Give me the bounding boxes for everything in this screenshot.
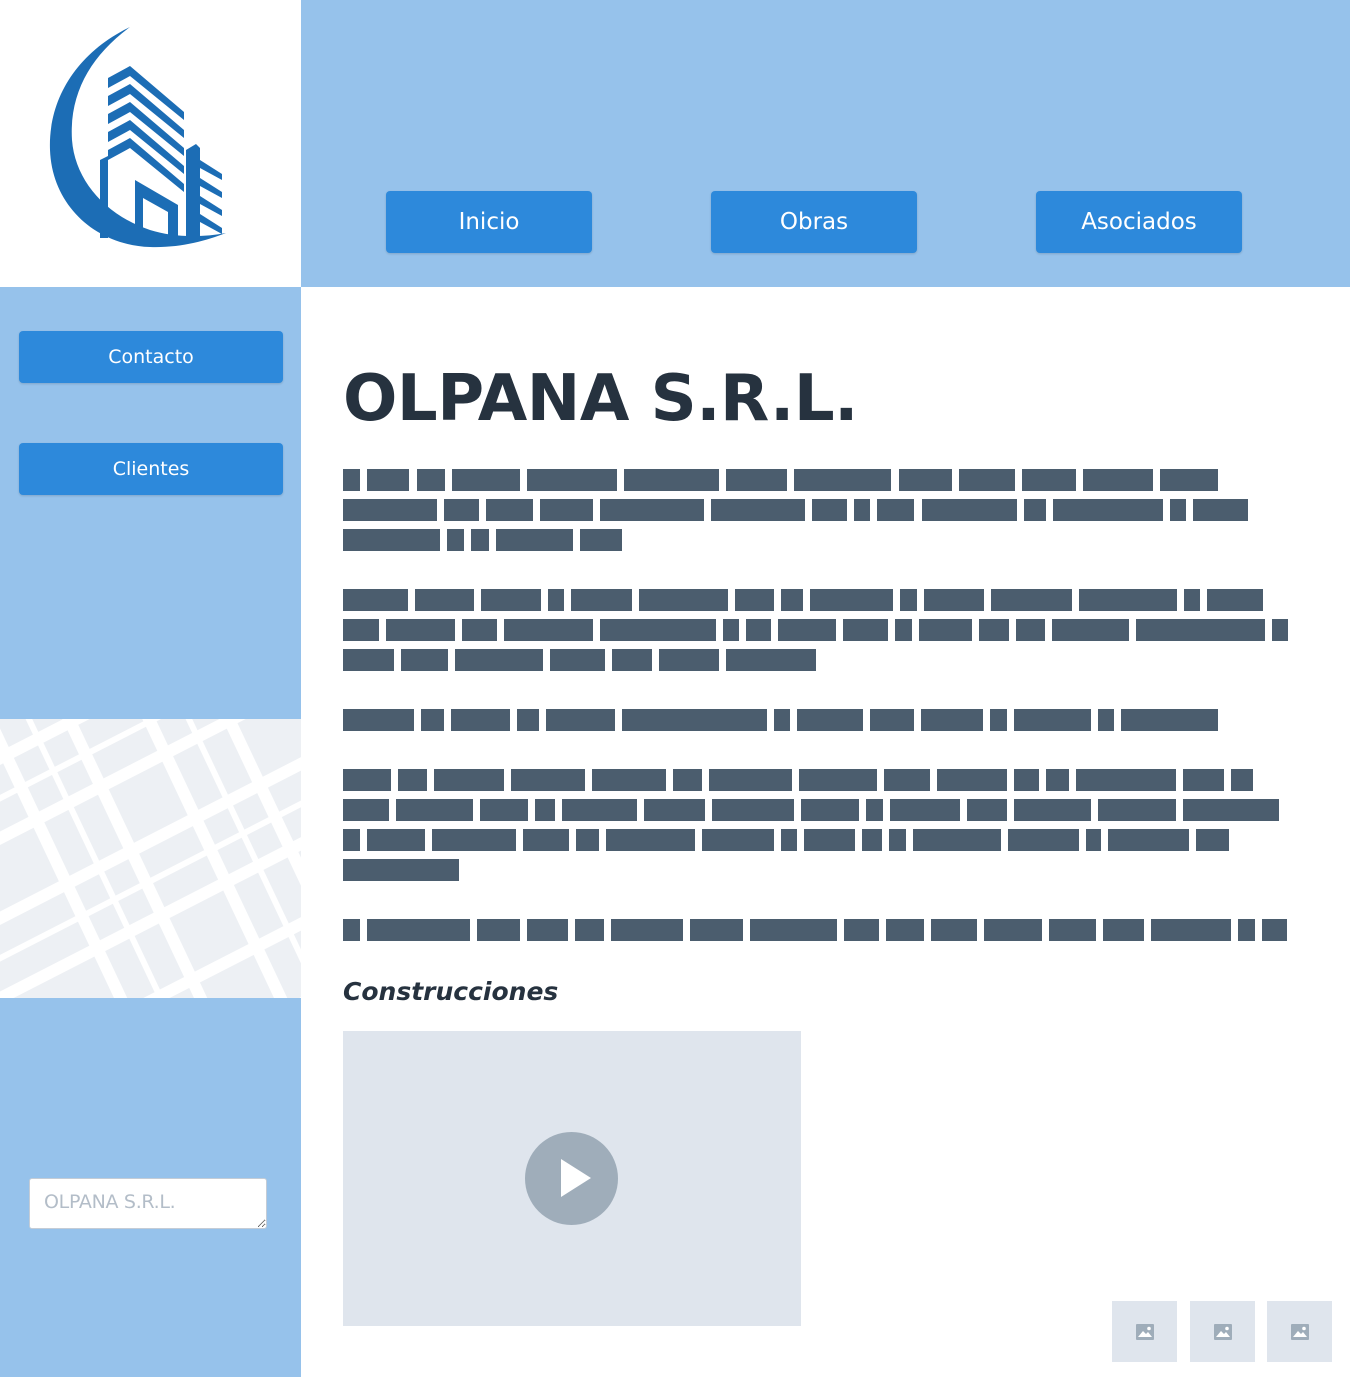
logo-area — [0, 0, 301, 287]
map-image — [0, 719, 301, 998]
contacto-button[interactable]: Contacto — [19, 331, 283, 383]
nav-button-inicio[interactable]: Inicio — [386, 191, 592, 253]
section-subheading: Construcciones — [343, 977, 559, 1006]
image-icon — [1135, 1323, 1154, 1340]
video-player[interactable] — [343, 1031, 801, 1326]
gallery-thumbnail-3[interactable] — [1267, 1301, 1332, 1362]
gallery-thumbnail-1[interactable] — [1112, 1301, 1177, 1362]
nav-button-asociados[interactable]: Asociados — [1036, 191, 1242, 253]
image-icon — [1213, 1323, 1232, 1340]
gallery-thumbnail-2[interactable] — [1190, 1301, 1255, 1362]
play-icon[interactable] — [525, 1132, 618, 1225]
clientes-button[interactable]: Clientes — [19, 443, 283, 495]
image-icon — [1290, 1323, 1309, 1340]
page-title: OLPANA S.R.L. — [343, 362, 858, 436]
sidebar-textarea[interactable]: OLPANA S.R.L. — [29, 1178, 267, 1229]
building-logo — [49, 27, 226, 248]
nav-button-obras[interactable]: Obras — [711, 191, 917, 253]
